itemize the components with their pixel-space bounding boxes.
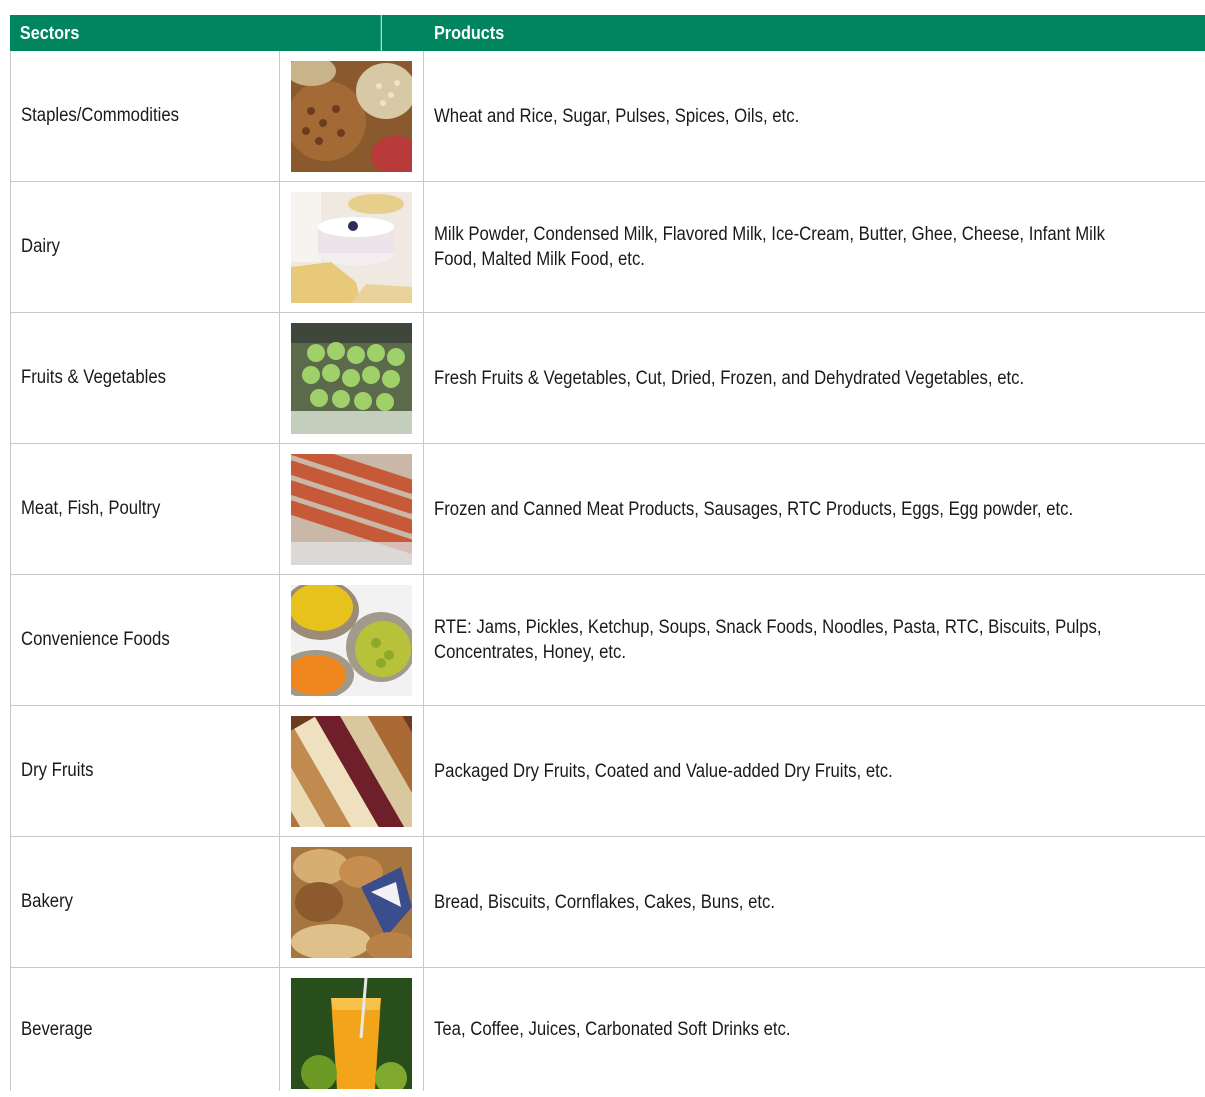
image-cell [280, 444, 424, 574]
table-row: Beverage Tea, Coffee, Juices, Carbonated… [11, 968, 1205, 1091]
header-sectors: Sectors [10, 15, 382, 51]
sector-cell: Fruits & Vegetables [11, 313, 280, 443]
beverage-photo [291, 978, 412, 1089]
image-cell [280, 968, 424, 1091]
sector-cell: Bakery [11, 837, 280, 967]
convenience-foods-photo [291, 584, 412, 696]
meat-photo [291, 453, 412, 565]
table-row: Staples/Commodities Wheat and Rice, Suga… [11, 51, 1205, 182]
table-row: Dry Fruits Packaged Dry Fruits, Coated a… [11, 706, 1205, 837]
staples-photo [291, 60, 412, 172]
bakery-photo [291, 846, 412, 958]
sector-cell: Dry Fruits [11, 706, 280, 836]
sector-cell: Convenience Foods [11, 575, 280, 705]
image-cell [280, 837, 424, 967]
sector-cell: Beverage [11, 968, 280, 1091]
dairy-photo [291, 191, 412, 303]
table-body: Staples/Commodities Wheat and Rice, Suga… [10, 51, 1205, 1091]
table-row: Dairy Milk Powder, Condensed Milk, Flavo… [11, 182, 1205, 313]
image-cell [280, 313, 424, 443]
table-row: Convenience Foods RTE: Jams, Pickles, Ke… [11, 575, 1205, 706]
sector-cell: Staples/Commodities [11, 51, 280, 181]
products-cell: Frozen and Canned Meat Products, Sausage… [434, 498, 1074, 520]
table-header: Sectors Products [10, 15, 1205, 51]
products-cell: Fresh Fruits & Vegetables, Cut, Dried, F… [434, 367, 1025, 389]
sectors-products-table: Sectors Products Staples/Commodities Whe… [10, 15, 1205, 1091]
image-cell [280, 51, 424, 181]
products-cell: RTE: Jams, Pickles, Ketchup, Soups, Snac… [434, 617, 1102, 663]
products-cell: Milk Powder, Condensed Milk, Flavored Mi… [434, 224, 1105, 270]
products-cell: Wheat and Rice, Sugar, Pulses, Spices, O… [434, 105, 800, 127]
sector-cell: Meat, Fish, Poultry [11, 444, 280, 574]
image-cell [280, 575, 424, 705]
image-cell [280, 182, 424, 312]
table-row: Fruits & Vegetables Fresh Fruits & Veget… [11, 313, 1205, 444]
table-row: Meat, Fish, Poultry Frozen and Canned Me… [11, 444, 1205, 575]
products-cell: Packaged Dry Fruits, Coated and Value-ad… [434, 760, 893, 782]
header-products: Products [434, 22, 505, 43]
fruits-vegetables-photo [291, 322, 412, 434]
image-cell [280, 706, 424, 836]
table-row: Bakery Bread, Biscuits, Cornflakes, Cake… [11, 837, 1205, 968]
products-cell: Bread, Biscuits, Cornflakes, Cakes, Buns… [434, 891, 776, 913]
dry-fruits-photo [291, 715, 412, 827]
products-cell: Tea, Coffee, Juices, Carbonated Soft Dri… [434, 1019, 791, 1040]
sector-cell: Dairy [11, 182, 280, 312]
